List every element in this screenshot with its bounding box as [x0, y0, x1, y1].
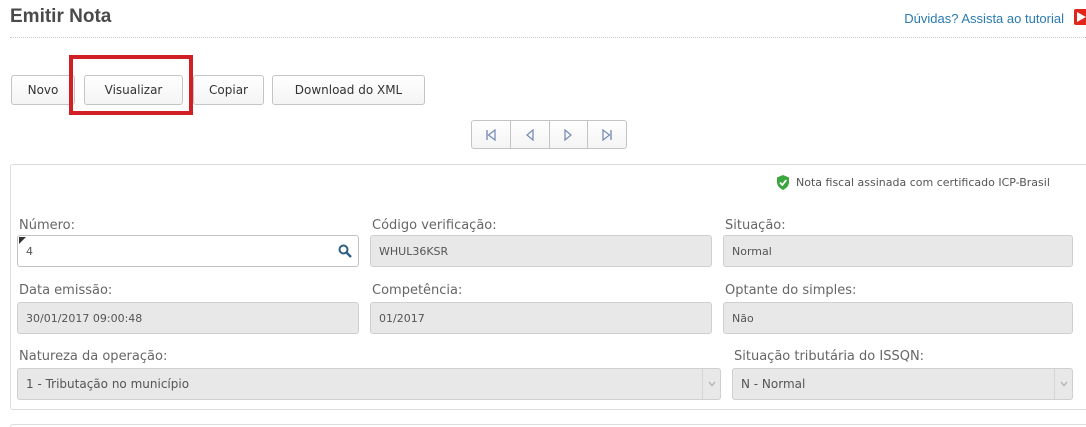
highlight-annotation [69, 55, 193, 115]
codigo-verificacao-field: WHUL36KSR [370, 235, 712, 267]
situacao-label: Situação: [725, 218, 786, 233]
competencia-value: 01/2017 [379, 311, 425, 325]
natureza-operacao-label: Natureza da operação: [19, 349, 168, 364]
novo-button[interactable]: Novo [11, 75, 75, 105]
chevron-down-icon[interactable] [1054, 369, 1072, 399]
title-divider [10, 37, 1086, 38]
video-play-icon[interactable] [1074, 9, 1086, 25]
data-emissao-label: Data emissão: [19, 283, 113, 298]
numero-label: Número: [19, 218, 76, 233]
first-page-icon[interactable] [472, 121, 511, 148]
download-xml-button[interactable]: Download do XML [272, 75, 425, 105]
page-title: Emitir Nota [10, 6, 112, 27]
certificate-notice: Nota fiscal assinada com certificado ICP… [776, 175, 1050, 190]
next-page-icon[interactable] [550, 121, 589, 148]
data-emissao-field: 30/01/2017 09:00:48 [17, 302, 359, 334]
natureza-operacao-select[interactable]: 1 - Tributação no município [17, 368, 721, 400]
previous-page-icon[interactable] [511, 121, 550, 148]
optante-simples-label: Optante do simples: [725, 283, 857, 298]
optante-simples-field: Não [723, 302, 1073, 334]
codigo-verificacao-value: WHUL36KSR [379, 244, 449, 258]
situacao-tributaria-value: N - Normal [741, 377, 806, 391]
last-page-icon[interactable] [588, 121, 626, 148]
optante-simples-value: Não [732, 311, 754, 325]
copiar-button[interactable]: Copiar [193, 75, 264, 105]
field-marker [19, 237, 26, 244]
situacao-tributaria-select[interactable]: N - Normal [732, 368, 1073, 400]
chevron-down-icon[interactable] [702, 369, 720, 399]
codigo-verificacao-label: Código verificação: [372, 218, 497, 233]
situacao-value: Normal [732, 244, 772, 258]
situacao-tributaria-label: Situação tributária do ISSQN: [734, 349, 925, 364]
data-emissao-value: 30/01/2017 09:00:48 [26, 311, 143, 325]
shield-check-icon [777, 175, 789, 190]
certificate-notice-text: Nota fiscal assinada com certificado ICP… [796, 176, 1050, 189]
natureza-operacao-value: 1 - Tributação no município [26, 377, 190, 391]
competencia-field: 01/2017 [370, 302, 712, 334]
tutorial-link[interactable]: Dúvidas? Assista ao tutorial [904, 11, 1064, 26]
numero-field[interactable]: 4 [17, 235, 359, 267]
record-pager [471, 120, 627, 149]
search-icon[interactable] [338, 244, 352, 261]
situacao-field: Normal [723, 235, 1073, 267]
competencia-label: Competência: [372, 283, 463, 298]
numero-value: 4 [26, 244, 33, 258]
